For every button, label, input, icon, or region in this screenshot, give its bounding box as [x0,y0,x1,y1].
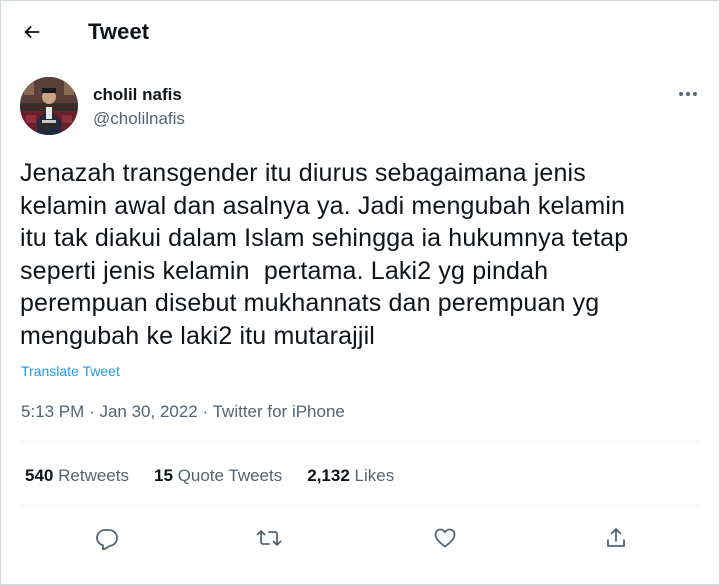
more-options-button[interactable] [670,82,706,106]
translate-tweet-link[interactable]: Translate Tweet [21,363,120,379]
meta-separator: · [89,402,95,421]
share-icon [607,528,625,547]
divider [20,505,700,506]
retweets-count: 540 [25,466,54,485]
tweet-source[interactable]: Twitter for iPhone [213,402,345,421]
arrow-left-icon [24,25,40,39]
page-title: Tweet [88,19,150,44]
likes-stat[interactable]: 2,132 Likes [307,466,394,486]
retweets-label: Retweets [58,466,129,485]
tweet-time[interactable]: 5:13 PM [21,402,84,421]
tweet-actions [0,518,720,558]
meta-separator: · [202,402,209,421]
retweets-stat[interactable]: 540 Retweets [25,466,129,486]
retweet-icon [256,530,282,546]
like-icon [434,528,456,548]
avatar[interactable] [20,77,78,135]
likes-label: Likes [354,466,395,485]
page-header: Tweet [0,0,720,64]
quote-tweets-stat[interactable]: 15 Quote Tweets [154,466,282,486]
author-handle[interactable]: @cholilnafis [93,109,185,129]
share-button[interactable] [596,518,636,558]
tweet-meta: 5:13 PM · Jan 30, 2022 · Twitter for iPh… [21,402,345,422]
quotes-count: 15 [153,466,173,485]
likes-count: 2,132 [307,466,350,485]
quotes-label: Quote Tweets [177,466,283,485]
reply-icon [96,529,118,550]
more-icon [679,92,697,96]
tweet-text: Jenazah transgender itu diurus sebagaima… [20,159,629,350]
author-display-name[interactable]: cholil nafis [93,85,182,105]
tweet-date[interactable]: Jan 30, 2022 [99,402,197,421]
back-button[interactable] [14,14,50,50]
avatar-image [20,77,78,135]
like-button[interactable] [425,518,465,558]
reply-button[interactable] [87,518,127,558]
retweet-button[interactable] [249,518,289,558]
divider [20,441,700,442]
tweet-stats: 540 Retweets 15 Quote Tweets 2,132 Likes [25,466,419,486]
